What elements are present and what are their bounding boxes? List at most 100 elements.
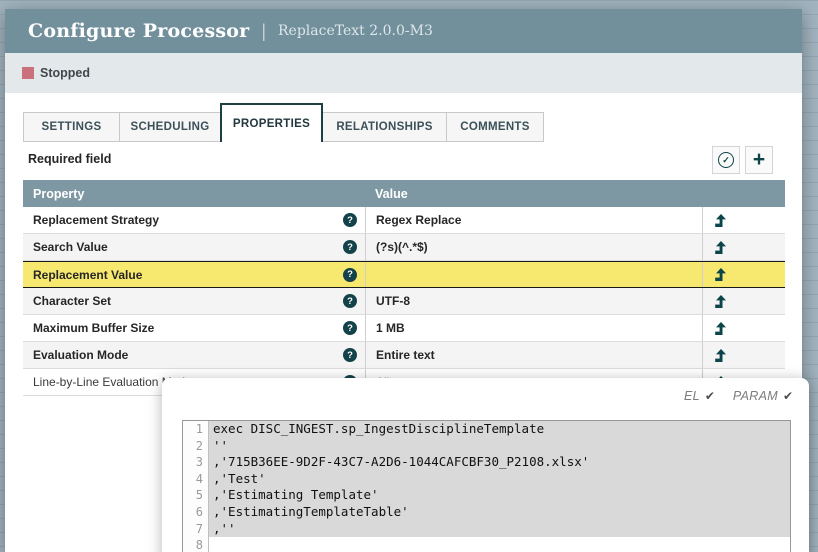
- property-row: Replacement Value?: [23, 261, 785, 288]
- processor-status-bar: Stopped: [5, 53, 802, 93]
- properties-table: Property Value Replacement Strategy?Rege…: [23, 180, 785, 396]
- convert-to-parameter-icon[interactable]: [714, 268, 726, 281]
- property-name: Character Set: [33, 294, 111, 308]
- code-line: 7,'': [183, 521, 790, 538]
- property-value-cell[interactable]: Entire text: [365, 342, 702, 368]
- code-line: 2'': [183, 438, 790, 455]
- code-text: ,'715B36EE-9D2F-43C7-A2D6-1044CAFCBF30_P…: [209, 454, 790, 471]
- param-supported-badge: PARAM ✔: [733, 389, 793, 403]
- code-text: [209, 537, 790, 552]
- param-label: PARAM: [733, 389, 778, 403]
- line-number: 1: [183, 421, 209, 438]
- code-line: 5,'Estimating Template': [183, 487, 790, 504]
- value-editor-popup: EL ✔ PARAM ✔ 1exec DISC_INGEST.sp_Ingest…: [162, 378, 809, 552]
- value-code-editor[interactable]: 1exec DISC_INGEST.sp_IngestDisciplineTem…: [182, 420, 791, 552]
- convert-to-parameter-icon[interactable]: [714, 241, 726, 254]
- column-header-value: Value: [365, 187, 785, 201]
- code-text: ,'': [209, 521, 790, 538]
- property-name: Replacement Value: [33, 268, 142, 282]
- el-supported-badge: EL ✔: [684, 389, 715, 403]
- code-line: 6,'EstimatingTemplateTable': [183, 504, 790, 521]
- code-text: ,'Test': [209, 471, 790, 488]
- property-name-cell: Search Value?: [23, 234, 365, 260]
- dialog-title: Configure Processor: [28, 20, 249, 42]
- code-line: 8: [183, 537, 790, 552]
- help-icon[interactable]: ?: [343, 268, 357, 282]
- nifi-canvas-background: Configure Processor | ReplaceText 2.0.0-…: [0, 0, 818, 552]
- convert-to-parameter-icon[interactable]: [714, 214, 726, 227]
- line-number: 8: [183, 537, 209, 552]
- el-label: EL: [684, 389, 700, 403]
- properties-toolbar: ✓ +: [712, 146, 773, 174]
- required-field-label: Required field: [28, 152, 111, 166]
- stopped-icon: [22, 67, 34, 79]
- property-name-cell: Character Set?: [23, 288, 365, 314]
- dialog-tabs: SETTINGS SCHEDULING PROPERTIES RELATIONS…: [23, 103, 543, 142]
- help-icon[interactable]: ?: [343, 348, 357, 362]
- convert-to-parameter-icon[interactable]: [714, 322, 726, 335]
- property-name-cell: Maximum Buffer Size?: [23, 315, 365, 341]
- processor-name-version: ReplaceText 2.0.0-M3: [278, 23, 433, 39]
- plus-icon: +: [753, 149, 765, 170]
- editor-support-badges: EL ✔ PARAM ✔: [684, 389, 793, 403]
- dialog-header: Configure Processor | ReplaceText 2.0.0-…: [5, 9, 802, 53]
- property-name-cell: Evaluation Mode?: [23, 342, 365, 368]
- line-number: 7: [183, 521, 209, 538]
- help-icon[interactable]: ?: [343, 321, 357, 335]
- code-line: 4,'Test': [183, 471, 790, 488]
- go-to-parameter-cell: [702, 207, 785, 233]
- property-value-cell[interactable]: Regex Replace: [365, 207, 702, 233]
- code-text: ,'EstimatingTemplateTable': [209, 504, 790, 521]
- property-name-cell: Replacement Value?: [23, 262, 365, 287]
- check-icon: ✔: [783, 389, 793, 403]
- table-body: Replacement Strategy?Regex ReplaceSearch…: [23, 207, 785, 396]
- status-label: Stopped: [40, 66, 90, 80]
- code-text: ,'Estimating Template': [209, 487, 790, 504]
- property-name: Search Value: [33, 240, 108, 254]
- tab-properties[interactable]: PROPERTIES: [220, 103, 323, 142]
- property-row: Character Set?UTF-8: [23, 288, 785, 315]
- property-value-cell[interactable]: 1 MB: [365, 315, 702, 341]
- code-text: exec DISC_INGEST.sp_IngestDisciplineTemp…: [209, 421, 790, 438]
- convert-to-parameter-icon[interactable]: [714, 295, 726, 308]
- property-value-cell[interactable]: UTF-8: [365, 288, 702, 314]
- go-to-parameter-cell: [702, 262, 785, 287]
- tab-relationships[interactable]: RELATIONSHIPS: [322, 112, 447, 142]
- line-number: 3: [183, 454, 209, 471]
- title-separator: |: [261, 21, 266, 42]
- go-to-parameter-cell: [702, 315, 785, 341]
- tab-settings[interactable]: SETTINGS: [23, 112, 120, 142]
- verify-properties-button[interactable]: ✓: [712, 146, 740, 174]
- property-name: Evaluation Mode: [33, 348, 128, 362]
- property-row: Replacement Strategy?Regex Replace: [23, 207, 785, 234]
- property-row: Maximum Buffer Size?1 MB: [23, 315, 785, 342]
- tab-scheduling[interactable]: SCHEDULING: [119, 112, 221, 142]
- line-number: 2: [183, 438, 209, 455]
- property-row: Evaluation Mode?Entire text: [23, 342, 785, 369]
- line-number: 4: [183, 471, 209, 488]
- go-to-parameter-cell: [702, 234, 785, 260]
- convert-to-parameter-icon[interactable]: [714, 349, 726, 362]
- add-property-button[interactable]: +: [745, 146, 773, 174]
- line-number: 6: [183, 504, 209, 521]
- line-number: 5: [183, 487, 209, 504]
- table-header-row: Property Value: [23, 180, 785, 207]
- code-line: 1exec DISC_INGEST.sp_IngestDisciplineTem…: [183, 421, 790, 438]
- property-name: Maximum Buffer Size: [33, 321, 154, 335]
- property-name: Replacement Strategy: [33, 213, 159, 227]
- code-line: 3,'715B36EE-9D2F-43C7-A2D6-1044CAFCBF30_…: [183, 454, 790, 471]
- help-icon[interactable]: ?: [343, 294, 357, 308]
- property-value-cell[interactable]: (?s)(^.*$): [365, 234, 702, 260]
- property-name-cell: Replacement Strategy?: [23, 207, 365, 233]
- code-text: '': [209, 438, 790, 455]
- property-value-cell[interactable]: [365, 262, 702, 287]
- tab-comments[interactable]: COMMENTS: [446, 112, 544, 142]
- property-row: Search Value?(?s)(^.*$): [23, 234, 785, 261]
- help-icon[interactable]: ?: [343, 240, 357, 254]
- check-icon: ✔: [705, 389, 715, 403]
- go-to-parameter-cell: [702, 342, 785, 368]
- go-to-parameter-cell: [702, 288, 785, 314]
- check-circle-icon: ✓: [718, 152, 734, 168]
- help-icon[interactable]: ?: [343, 213, 357, 227]
- column-header-property: Property: [23, 187, 365, 201]
